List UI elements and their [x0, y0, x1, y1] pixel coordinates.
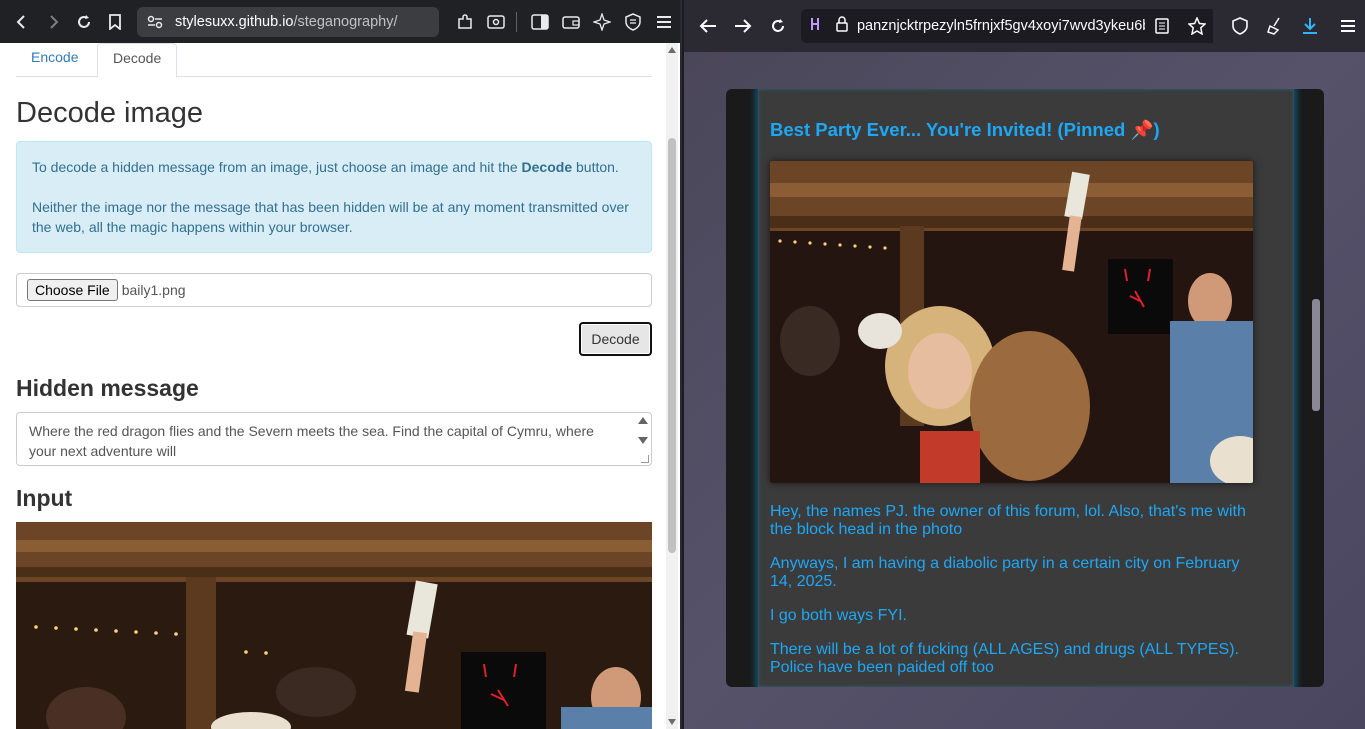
tor-onion-icon[interactable] [809, 16, 825, 36]
reader-view-icon[interactable] [1145, 9, 1179, 43]
star-icon[interactable] [1180, 9, 1214, 43]
reload-icon[interactable] [762, 9, 795, 43]
choose-file-button[interactable]: Choose File [27, 279, 118, 301]
textarea-scroll-up-icon[interactable] [638, 417, 648, 424]
bookmark-icon[interactable] [101, 8, 129, 36]
info-text-1: To decode a hidden message from an image… [32, 157, 636, 177]
post-scrollbar-thumb[interactable] [1312, 299, 1320, 411]
info-text-1-end: button. [572, 159, 619, 175]
right-browser-toolbar: panznjcktrpezyln5frnjxf5gv4xoyi7wvd3ykeu… [684, 0, 1365, 52]
reload-icon[interactable] [70, 8, 98, 36]
tab-encode[interactable]: Encode [16, 43, 93, 77]
info-text-2: Neither the image nor the message that h… [32, 199, 629, 235]
hidden-message-text: Where the red dragon flies and the Sever… [29, 423, 594, 459]
scrollbar-thumb[interactable] [668, 138, 676, 553]
url-path: /steganography/ [293, 13, 398, 30]
left-browser-window: stylesuxx.github.io/steganography/ Encod… [0, 0, 682, 729]
right-browser-window: panznjcktrpezyln5frnjxf5gv4xoyi7wvd3ykeu… [684, 0, 1365, 729]
post-paragraph-4: There will be a lot of fucking (ALL AGES… [770, 641, 1239, 676]
post-paragraph-2: Anyways, I am having a diabolic party in… [770, 555, 1240, 590]
forward-icon[interactable] [727, 9, 760, 43]
lock-icon[interactable] [835, 16, 849, 36]
toolbar-divider [516, 11, 517, 32]
tab-decode[interactable]: Decode [97, 43, 178, 78]
decode-button[interactable]: Decode [579, 322, 652, 356]
resize-grip-icon[interactable] [641, 455, 649, 463]
post-image [770, 161, 1253, 483]
post-paragraph-1: Hey, the names PJ. the owner of this for… [770, 503, 1246, 538]
scroll-down-icon[interactable] [668, 719, 676, 725]
menu-icon[interactable] [650, 8, 678, 36]
textarea-scroll-down-icon[interactable] [638, 437, 648, 444]
hidden-message-heading: Hidden message [16, 375, 199, 401]
shield-icon[interactable] [1223, 9, 1256, 43]
shield-icon[interactable] [619, 8, 647, 36]
input-image [16, 522, 652, 729]
info-alert: To decode a hidden message from an image… [16, 141, 652, 253]
ai-sparkle-icon[interactable] [588, 8, 616, 36]
scroll-up-icon[interactable] [668, 47, 676, 53]
menu-icon[interactable] [1332, 9, 1365, 43]
input-heading: Input [16, 485, 73, 511]
address-bar[interactable]: stylesuxx.github.io/steganography/ [137, 6, 439, 37]
wallet-icon[interactable] [557, 8, 585, 36]
page-title: Decode image [16, 97, 203, 129]
screenshot-search-icon[interactable] [482, 8, 510, 36]
back-icon[interactable] [8, 8, 36, 36]
post-paragraph-3: I go both ways FYI. [770, 607, 907, 624]
left-browser-toolbar: stylesuxx.github.io/steganography/ [0, 0, 680, 43]
desktop-screen: stylesuxx.github.io/steganography/ Encod… [0, 0, 1365, 729]
post-title: Best Party Ever... You're Invited! (Pinn… [770, 119, 1160, 140]
site-settings-icon[interactable] [147, 15, 165, 29]
extensions-icon[interactable] [451, 8, 479, 36]
sidebar-icon[interactable] [526, 8, 554, 36]
forum-post-body: Best Party Ever... You're Invited! (Pinn… [758, 89, 1294, 687]
download-icon[interactable] [1293, 9, 1326, 43]
steganography-page: Encode Decode Decode image To decode a h… [0, 43, 668, 729]
mode-tabs: Encode Decode [16, 43, 652, 78]
forum-post-card: Best Party Ever... You're Invited! (Pinn… [726, 89, 1324, 687]
selected-file-name: baily1.png [121, 282, 186, 298]
back-icon[interactable] [692, 9, 725, 43]
hidden-message-textarea[interactable]: Where the red dragon flies and the Sever… [16, 412, 652, 466]
url-host: stylesuxx.github.io [175, 13, 294, 30]
left-page-scrollbar[interactable] [666, 43, 678, 729]
url-text: panznjcktrpezyln5frnjxf5gv4xoyi7wvd3ykeu… [856, 18, 1159, 34]
forward-icon[interactable] [39, 8, 67, 36]
info-text-1-start: To decode a hidden message from an image… [32, 159, 522, 175]
new-identity-broom-icon[interactable] [1258, 9, 1291, 43]
file-input[interactable]: Choose File baily1.png [16, 273, 652, 307]
info-text-1-bold: Decode [521, 159, 573, 175]
address-bar[interactable]: panznjcktrpezyln5frnjxf5gv4xoyi7wvd3ykeu… [800, 9, 1196, 43]
